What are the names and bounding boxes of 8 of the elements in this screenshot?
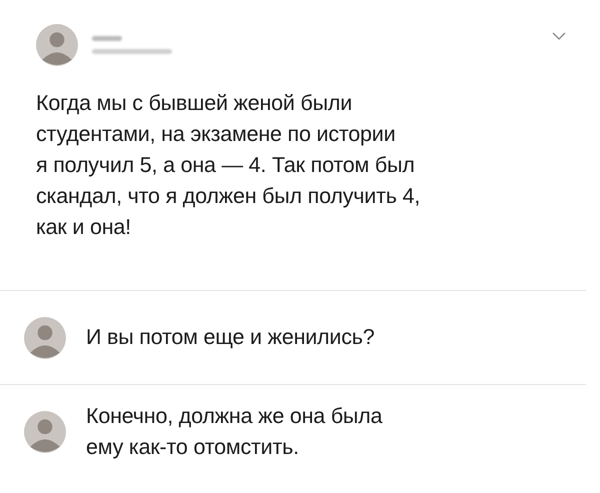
avatar-icon	[24, 411, 66, 453]
avatar-icon	[36, 24, 78, 66]
post-text: Когда мы с бывшей женой были студентами, на экзамене по истории я получил 5, а она — 4. Так потом был скандал, что я должен был получить 4, как и она!	[36, 90, 422, 241]
chevron-down-icon[interactable]	[552, 32, 566, 41]
avatar-icon	[24, 316, 66, 358]
blurred-name	[92, 36, 122, 41]
reply-text: Конечно, должна же она была ему как-то отомстить.	[86, 403, 382, 461]
reply-text: И вы потом еще и женились?	[86, 324, 375, 351]
